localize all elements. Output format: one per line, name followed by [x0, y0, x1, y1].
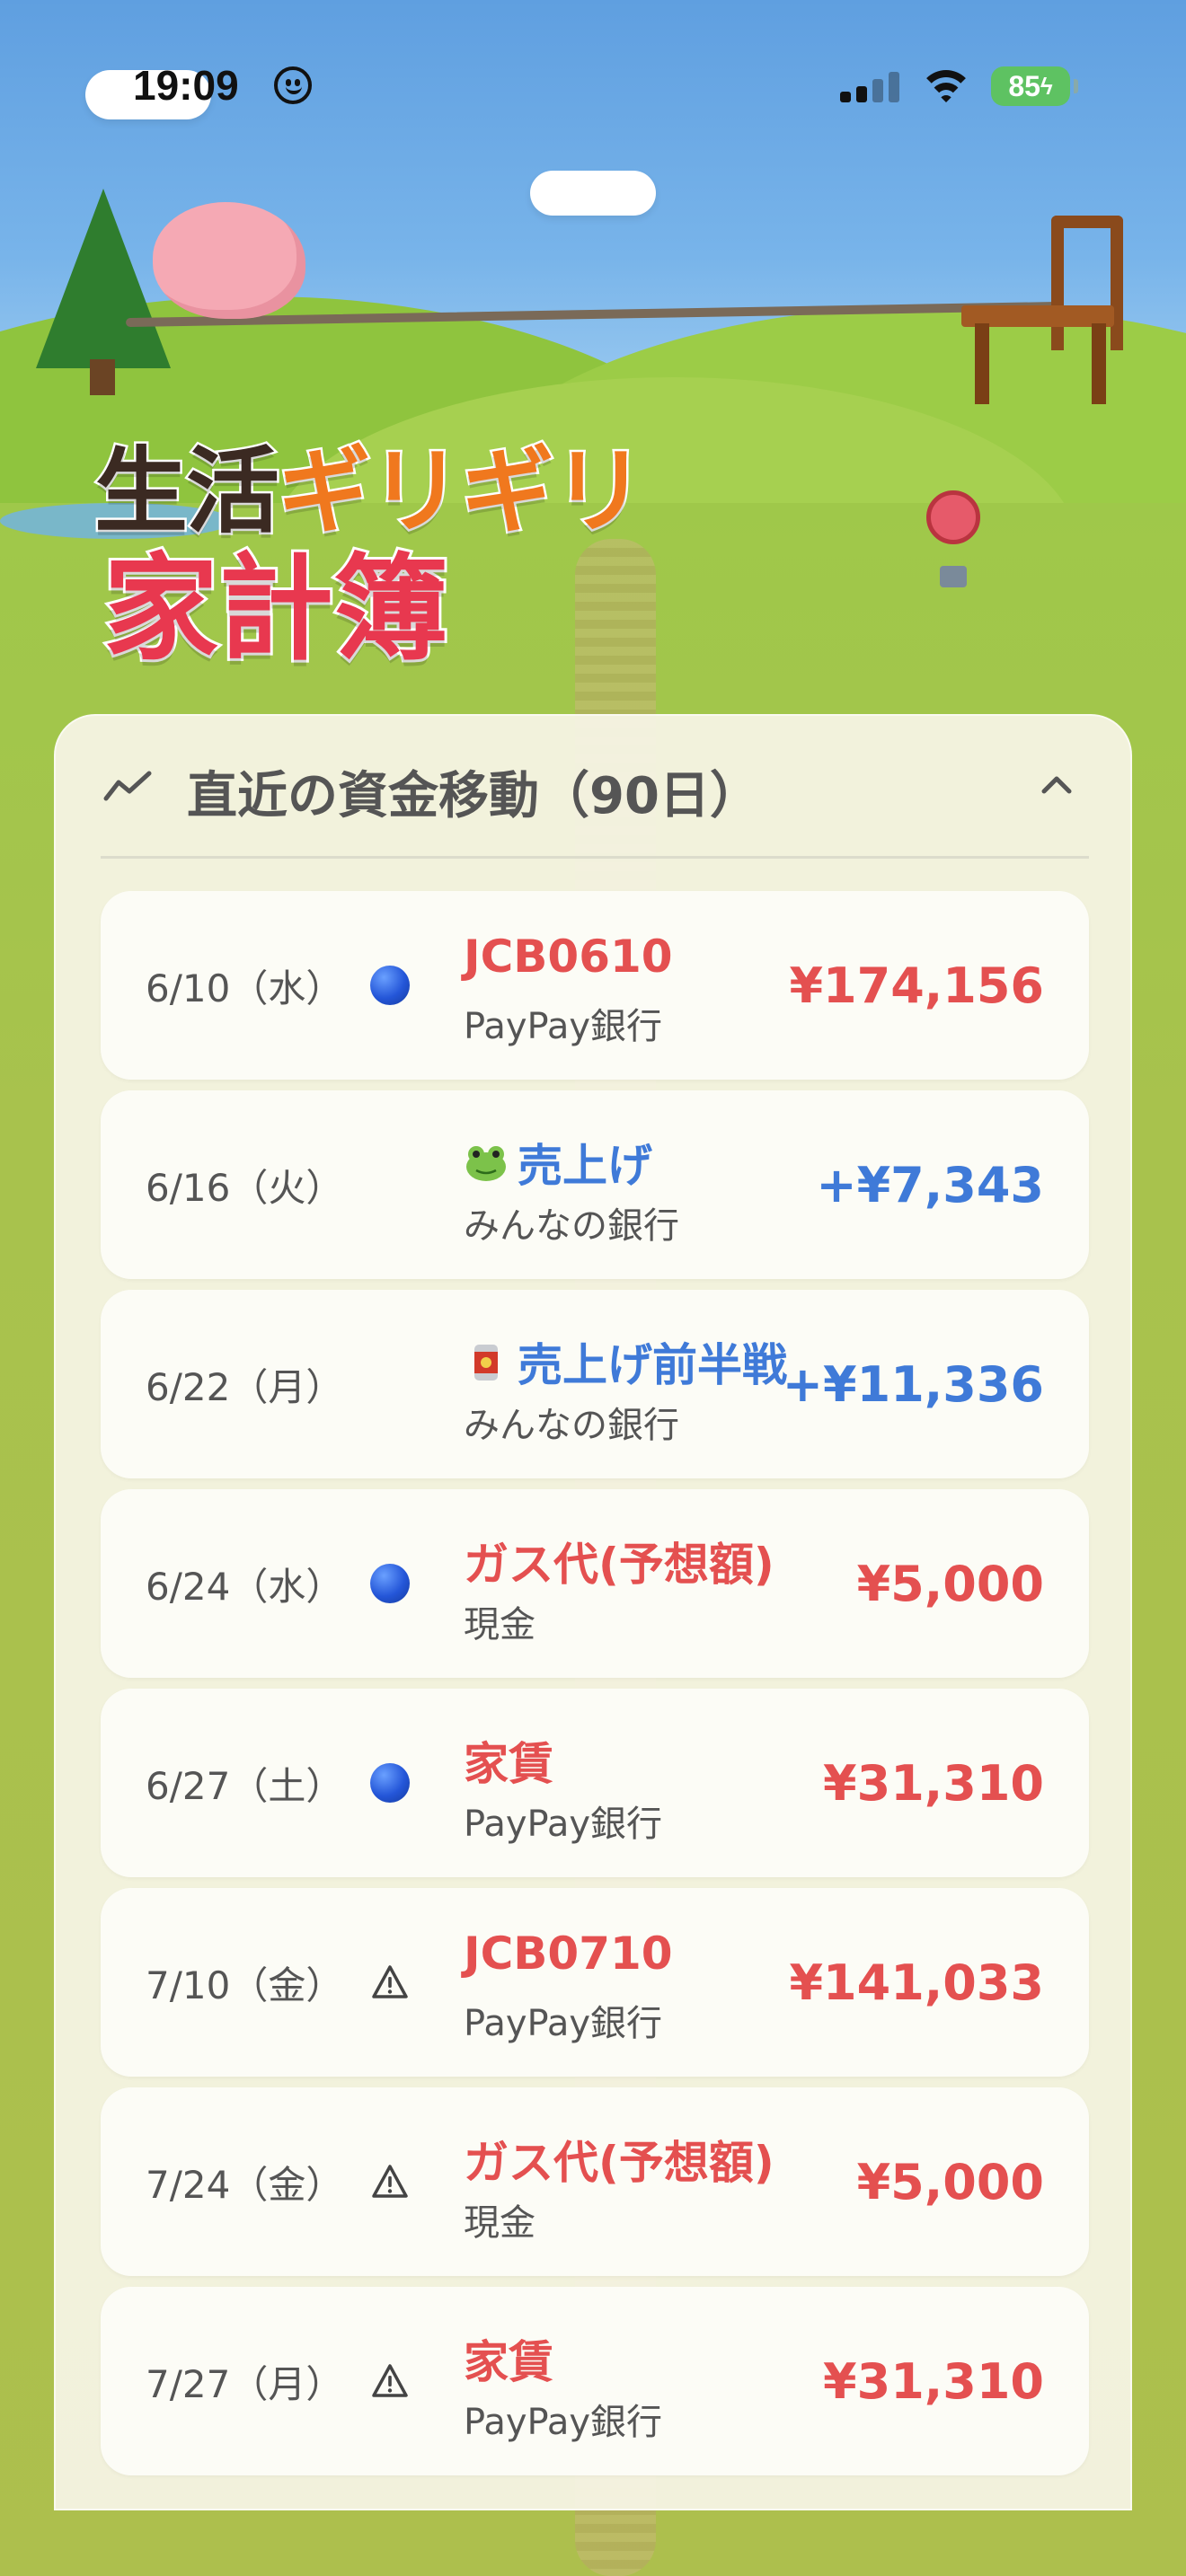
transaction-name: 売上げ前半戦 — [464, 1329, 787, 1394]
transaction-name: 家賃 — [464, 1728, 553, 1793]
smiley-icon — [274, 66, 312, 104]
transaction-account: 現金 — [464, 2202, 535, 2244]
battery-charging-icon: 85 ϟ — [991, 66, 1078, 106]
transaction-amount: ¥5,000 — [856, 1555, 1044, 1612]
transaction-amount: ¥31,310 — [823, 1754, 1044, 1812]
transaction-name: 家賃 — [464, 2326, 553, 2391]
transaction-amount: +¥11,336 — [782, 1355, 1044, 1413]
alarm-icon — [926, 490, 980, 544]
warning-icon — [368, 1961, 412, 2004]
transaction-row[interactable]: 6/16（火） 売上げみんなの銀行 +¥7,343 — [101, 1090, 1089, 1279]
transaction-amount: +¥7,343 — [816, 1156, 1044, 1213]
status-bar: 19:09 85 ϟ — [0, 0, 1186, 180]
transaction-account: PayPay銀行 — [464, 1006, 663, 1047]
app-title-word-life: 生活 — [92, 437, 281, 546]
transaction-date: 6/24（水） — [146, 1564, 344, 1609]
cellular-signal-icon — [840, 70, 903, 102]
blue-circle-icon — [368, 964, 412, 1007]
transaction-amount: ¥31,310 — [823, 2352, 1044, 2410]
frog-icon — [464, 1140, 509, 1185]
transaction-name: ガス代(予想額) — [464, 1529, 774, 1593]
transaction-name-text: 売上げ — [518, 1140, 652, 1192]
transaction-row[interactable]: 6/10（水） JCB0610 PayPay銀行 ¥174,156 — [101, 891, 1089, 1080]
transaction-account: PayPay銀行 — [464, 2003, 663, 2044]
app-title-word-borderline: ギリギリ — [276, 437, 649, 546]
transaction-row[interactable]: 6/27（土） 家賃 PayPay銀行 ¥31,310 — [101, 1689, 1089, 1877]
transaction-account: PayPay銀行 — [464, 2402, 663, 2443]
transaction-date: 7/27（月） — [146, 2361, 344, 2406]
battery-level: 85 — [1008, 69, 1040, 102]
chevron-up-icon[interactable] — [1035, 763, 1078, 806]
piggy-bank-illustration — [153, 202, 305, 319]
can-icon — [464, 1339, 509, 1384]
transaction-date: 6/16（火） — [146, 1165, 344, 1210]
cashflow-panel: 直近の資金移動（90日） 6/10（水） JCB0610 PayPay銀行 ¥174,… — [54, 714, 1132, 2510]
transaction-name-text: JCB0610 — [464, 931, 673, 983]
charging-bolt-icon: ϟ — [1040, 72, 1053, 100]
blue-circle-icon — [368, 1562, 412, 1605]
wifi-icon — [918, 68, 974, 108]
transaction-list: 6/10（水） JCB0610 PayPay銀行 ¥174,156 6/16（火） 売上げ… — [101, 891, 1089, 2486]
warning-icon — [368, 2360, 412, 2403]
transaction-row[interactable]: 6/22（月） 売上げ前半戦みんなの銀行 +¥11,336 — [101, 1290, 1089, 1478]
transaction-row[interactable]: 7/24（金） ガス代(予想額) 現金 ¥5,000 — [101, 2087, 1089, 2276]
transaction-name-text: JCB0710 — [464, 1928, 673, 1980]
transaction-account: 現金 — [464, 1604, 535, 1645]
pine-tree-illustration — [36, 189, 171, 368]
panel-title: 直近の資金移動（90日） — [187, 767, 760, 825]
transaction-name-text: ガス代(予想額) — [464, 1539, 774, 1591]
trend-chart-icon — [103, 771, 152, 801]
transaction-name-text: ガス代(予想額) — [464, 2137, 774, 2189]
transaction-date: 6/27（土） — [146, 1763, 344, 1808]
transaction-name-text: 家賃 — [464, 1738, 553, 1790]
transaction-name: 売上げ — [464, 1130, 652, 1195]
transaction-name-text: 売上げ前半戦 — [518, 1339, 787, 1391]
transaction-date: 6/22（月） — [146, 1364, 344, 1409]
app-title-line1: 生活ギリギリ — [92, 443, 648, 541]
transaction-date: 7/10（金） — [146, 1963, 344, 2007]
transaction-date: 7/24（金） — [146, 2162, 344, 2207]
transaction-row[interactable]: 6/24（水） ガス代(予想額) 現金 ¥5,000 — [101, 1489, 1089, 1678]
transaction-amount: ¥5,000 — [856, 2153, 1044, 2210]
transaction-account: PayPay銀行 — [464, 1804, 663, 1845]
chair-leg — [1092, 323, 1106, 404]
chair-illustration — [1051, 216, 1123, 350]
app-title-line2: 家計簿 — [101, 543, 451, 676]
alarm-base — [940, 566, 967, 587]
warning-icon — [368, 2160, 412, 2203]
transaction-name: JCB0610 — [464, 931, 673, 983]
chair-leg — [975, 323, 989, 404]
tree-trunk — [90, 359, 115, 395]
transaction-amount: ¥141,033 — [789, 1954, 1044, 2011]
transaction-amount: ¥174,156 — [789, 957, 1044, 1014]
transaction-name: ガス代(予想額) — [464, 2127, 774, 2192]
transaction-row[interactable]: 7/27（月） 家賃 PayPay銀行 ¥31,310 — [101, 2287, 1089, 2475]
transaction-account: みんなの銀行 — [464, 1405, 679, 1446]
panel-header[interactable]: 直近の資金移動（90日） — [56, 716, 1130, 858]
transaction-name: JCB0710 — [464, 1928, 673, 1980]
blue-circle-icon — [368, 1761, 412, 1804]
transaction-account: みんなの銀行 — [464, 1205, 679, 1247]
divider — [101, 856, 1089, 859]
clock: 19:09 — [133, 62, 239, 109]
transaction-row[interactable]: 7/10（金） JCB0710 PayPay銀行 ¥141,033 — [101, 1888, 1089, 2077]
transaction-date: 6/10（水） — [146, 966, 344, 1010]
transaction-name-text: 家賃 — [464, 2336, 553, 2388]
